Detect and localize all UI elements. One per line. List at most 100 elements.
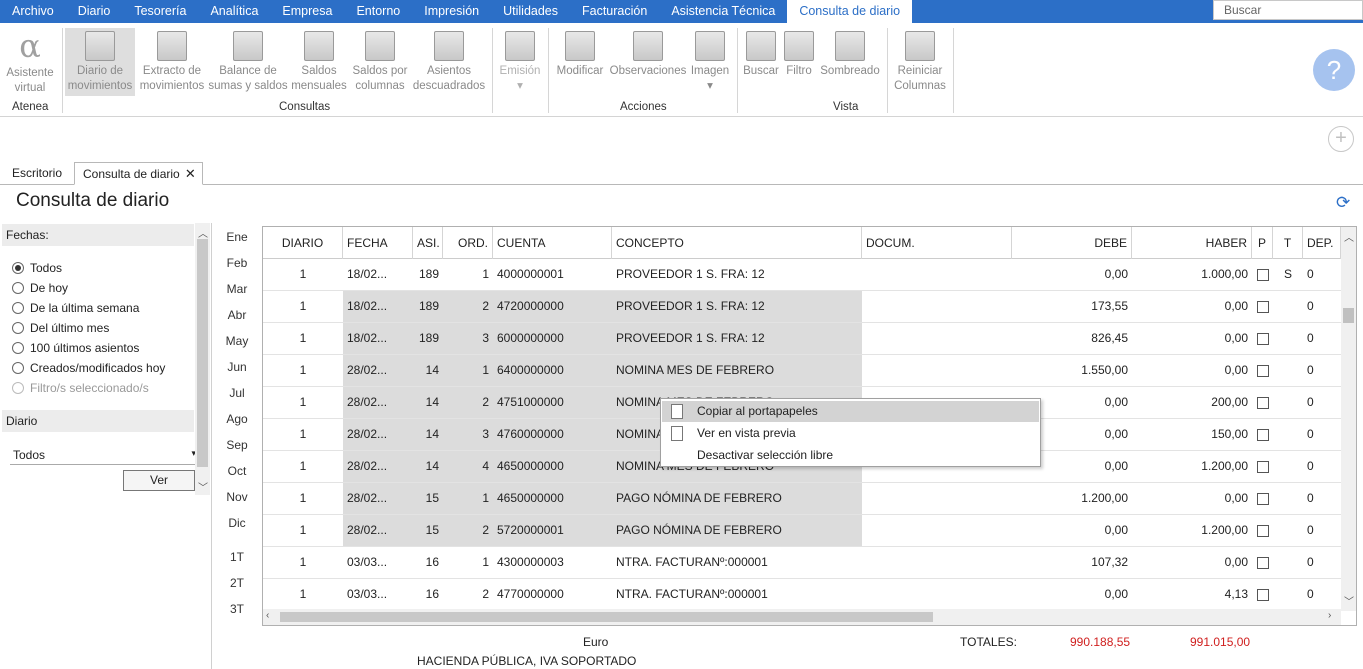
menu-tab-consulta-diario[interactable]: Consulta de diario bbox=[787, 0, 913, 23]
checkbox[interactable] bbox=[1257, 333, 1269, 345]
diario-select[interactable]: Todos ▾ bbox=[10, 445, 198, 465]
menu-tab-entorno[interactable]: Entorno bbox=[344, 0, 412, 23]
chevron-down-icon[interactable]: ﹀ bbox=[198, 479, 208, 494]
column-header-docum[interactable]: DOCUM. bbox=[862, 227, 1012, 259]
menu-tab-facturacion[interactable]: Facturación bbox=[570, 0, 659, 23]
table-row[interactable]: 1 28/02... 15 1 4650000000 PAGO NÓMINA DE FEB… bbox=[263, 483, 1341, 515]
extracto-movimientos-button[interactable]: Extracto de movimientos bbox=[137, 28, 207, 96]
radio-de-hoy[interactable]: De hoy bbox=[12, 279, 68, 297]
search-input[interactable]: Buscar bbox=[1213, 0, 1363, 20]
month-sep[interactable]: Sep bbox=[222, 438, 252, 452]
menu-tab-asistencia[interactable]: Asistencia Técnica bbox=[659, 0, 787, 23]
radio-100-ultimos[interactable]: 100 últimos asientos bbox=[12, 339, 139, 357]
observaciones-button[interactable]: Observaciones bbox=[609, 28, 687, 96]
column-header-t[interactable]: T bbox=[1273, 227, 1303, 259]
table-row[interactable]: 1 28/02... 14 1 6400000000 NOMINA MES DE FEBR… bbox=[263, 355, 1341, 387]
checkbox[interactable] bbox=[1257, 365, 1269, 377]
modificar-button[interactable]: Modificar bbox=[552, 28, 608, 96]
context-item-desactivar-seleccion[interactable]: Desactivar selección libre bbox=[662, 445, 1039, 466]
radio-ultima-semana[interactable]: De la última semana bbox=[12, 299, 139, 317]
imagen-button[interactable]: Imagen ▾ bbox=[689, 28, 731, 96]
month-jul[interactable]: Jul bbox=[222, 386, 252, 400]
chevron-left-icon[interactable]: ‹ bbox=[266, 610, 269, 621]
table-row[interactable]: 1 03/03... 16 1 4300000003 NTRA. FACTURANº:00… bbox=[263, 547, 1341, 579]
column-header-debe[interactable]: DEBE bbox=[1012, 227, 1132, 259]
quarter-1t[interactable]: 1T bbox=[222, 550, 252, 564]
sombreado-button[interactable]: Sombreado bbox=[818, 28, 882, 96]
saldos-columnas-button[interactable]: Saldos por columnas bbox=[350, 28, 410, 96]
checkbox[interactable] bbox=[1257, 493, 1269, 505]
checkbox[interactable] bbox=[1257, 269, 1269, 281]
table-row[interactable]: 1 18/02... 189 1 4000000001 PROVEEDOR 1 S. FR… bbox=[263, 259, 1341, 291]
quarter-3t[interactable]: 3T bbox=[222, 602, 252, 616]
checkbox[interactable] bbox=[1257, 557, 1269, 569]
month-jun[interactable]: Jun bbox=[222, 360, 252, 374]
column-header-dep[interactable]: DEP. bbox=[1303, 227, 1341, 259]
column-header-diario[interactable]: DIARIO bbox=[263, 227, 343, 259]
add-icon[interactable]: + bbox=[1328, 126, 1354, 152]
table-row[interactable]: 1 28/02... 15 2 5720000001 PAGO NÓMINA DE FEB… bbox=[263, 515, 1341, 547]
month-may[interactable]: May bbox=[222, 334, 252, 348]
chevron-up-icon[interactable]: ︿ bbox=[198, 225, 208, 240]
chevron-down-icon[interactable]: ﹀ bbox=[1344, 593, 1354, 608]
menu-tab-tesoreria[interactable]: Tesorería bbox=[122, 0, 198, 23]
checkbox[interactable] bbox=[1257, 525, 1269, 537]
scroll-thumb[interactable] bbox=[1343, 308, 1354, 323]
filter-scrollbar[interactable]: ︿ ﹀ bbox=[195, 223, 210, 495]
reiniciar-columnas-button[interactable]: Reiniciar Columnas bbox=[891, 28, 949, 96]
filtro-button[interactable]: Filtro bbox=[782, 28, 816, 96]
close-icon[interactable]: ✕ bbox=[185, 163, 196, 185]
column-header-concepto[interactable]: CONCEPTO bbox=[612, 227, 862, 259]
menu-tab-analitica[interactable]: Analítica bbox=[198, 0, 270, 23]
radio-ultimo-mes[interactable]: Del último mes bbox=[12, 319, 109, 337]
tab-consulta-diario[interactable]: Consulta de diario ✕ bbox=[74, 162, 203, 185]
chevron-right-icon[interactable]: › bbox=[1328, 610, 1331, 621]
column-header-fecha[interactable]: FECHA bbox=[343, 227, 413, 259]
asientos-descuadrados-button[interactable]: Asientos descuadrados bbox=[412, 28, 486, 96]
month-abr[interactable]: Abr bbox=[222, 308, 252, 322]
chevron-up-icon[interactable]: ︿ bbox=[1344, 229, 1354, 244]
asistente-virtual-button[interactable]: α Asistente virtual bbox=[3, 28, 57, 96]
scroll-thumb[interactable] bbox=[280, 612, 933, 622]
table-row[interactable]: 1 03/03... 16 2 4770000000 NTRA. FACTURANº:00… bbox=[263, 579, 1341, 611]
column-header-haber[interactable]: HABER bbox=[1132, 227, 1252, 259]
menu-tab-impresion[interactable]: Impresión bbox=[412, 0, 491, 23]
refresh-icon[interactable]: ⟳ bbox=[1336, 193, 1350, 213]
month-nov[interactable]: Nov bbox=[222, 490, 252, 504]
radio-creados-hoy[interactable]: Creados/modificados hoy bbox=[12, 359, 165, 377]
checkbox[interactable] bbox=[1257, 397, 1269, 409]
checkbox[interactable] bbox=[1257, 429, 1269, 441]
context-item-vista-previa[interactable]: Ver en vista previa bbox=[662, 423, 1039, 444]
column-header-asi[interactable]: ASI. bbox=[413, 227, 443, 259]
table-row[interactable]: 1 18/02... 189 3 6000000000 PROVEEDOR 1 S. FR… bbox=[263, 323, 1341, 355]
menu-tab-empresa[interactable]: Empresa bbox=[270, 0, 344, 23]
saldos-mensuales-button[interactable]: Saldos mensuales bbox=[290, 28, 348, 96]
tab-escritorio[interactable]: Escritorio bbox=[4, 162, 70, 185]
emision-button[interactable]: Emisión ▾ bbox=[496, 28, 544, 96]
checkbox[interactable] bbox=[1257, 589, 1269, 601]
menu-tab-utilidades[interactable]: Utilidades bbox=[491, 0, 570, 23]
month-ago[interactable]: Ago bbox=[222, 412, 252, 426]
column-header-cuenta[interactable]: CUENTA bbox=[493, 227, 612, 259]
column-header-p[interactable]: P bbox=[1252, 227, 1273, 259]
diario-movimientos-button[interactable]: Diario de movimientos bbox=[65, 28, 135, 96]
context-item-copiar[interactable]: Copiar al portapapeles bbox=[662, 401, 1039, 422]
menu-tab-diario[interactable]: Diario bbox=[66, 0, 123, 23]
checkbox[interactable] bbox=[1257, 461, 1269, 473]
column-header-ord[interactable]: ORD. bbox=[443, 227, 493, 259]
table-row[interactable]: 1 18/02... 189 2 4720000000 PROVEEDOR 1 S. FR… bbox=[263, 291, 1341, 323]
month-ene[interactable]: Ene bbox=[222, 230, 252, 244]
checkbox[interactable] bbox=[1257, 301, 1269, 313]
menu-tab-archivo[interactable]: Archivo bbox=[0, 0, 66, 23]
month-dic[interactable]: Dic bbox=[222, 516, 252, 530]
help-icon[interactable]: ? bbox=[1313, 49, 1355, 91]
month-feb[interactable]: Feb bbox=[222, 256, 252, 270]
month-mar[interactable]: Mar bbox=[222, 282, 252, 296]
quarter-2t[interactable]: 2T bbox=[222, 576, 252, 590]
radio-todos[interactable]: Todos bbox=[12, 259, 62, 277]
balance-sumas-saldos-button[interactable]: Balance de sumas y saldos bbox=[208, 28, 288, 96]
grid-horizontal-scrollbar[interactable]: ‹ › bbox=[263, 609, 1341, 625]
ver-button[interactable]: Ver bbox=[123, 470, 195, 491]
buscar-button[interactable]: Buscar bbox=[742, 28, 780, 96]
month-oct[interactable]: Oct bbox=[222, 464, 252, 478]
